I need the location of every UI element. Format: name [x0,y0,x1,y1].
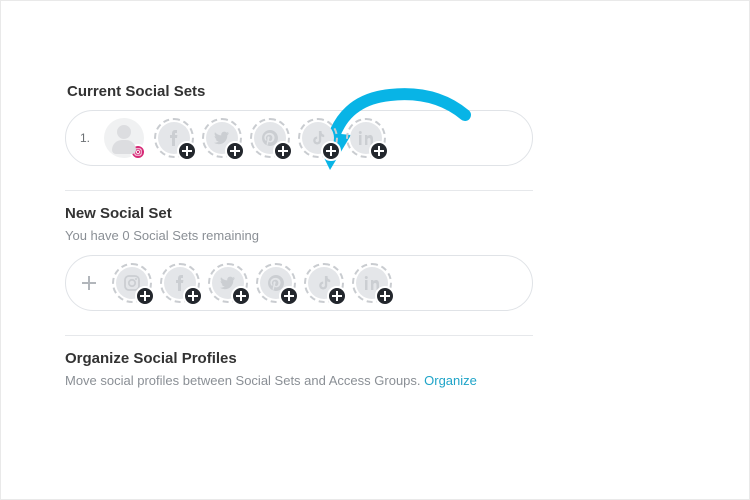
instagram-icon [130,144,146,160]
add-twitter-slot[interactable] [208,263,248,303]
current-set-row: 1. [65,110,533,166]
add-twitter-slot[interactable] [202,118,242,158]
current-sets-title: Current Social Sets [67,83,685,100]
row-index: 1. [80,131,94,145]
add-instagram-slot[interactable] [112,263,152,303]
add-pinterest-slot[interactable] [250,118,290,158]
plus-icon [135,286,155,306]
add-linkedin-slot[interactable] [352,263,392,303]
organize-text: Move social profiles between Social Sets… [65,373,424,388]
plus-icon [321,141,341,161]
remaining-text: You have 0 Social Sets remaining [65,228,685,243]
plus-icon [273,141,293,161]
plus-icon [183,286,203,306]
new-set-row [65,255,533,311]
add-tiktok-slot[interactable] [304,263,344,303]
add-facebook-slot[interactable] [160,263,200,303]
add-linkedin-slot[interactable] [346,118,386,158]
organize-title: Organize Social Profiles [65,350,685,367]
plus-icon [225,141,245,161]
add-tiktok-slot[interactable] [298,118,338,158]
plus-icon [375,286,395,306]
divider [65,190,533,191]
plus-icon [177,141,197,161]
plus-icon [231,286,251,306]
plus-icon [369,141,389,161]
organize-link[interactable]: Organize [424,373,477,388]
plus-icon [327,286,347,306]
organize-description: Move social profiles between Social Sets… [65,373,685,388]
avatar[interactable] [104,118,144,158]
plus-icon [279,286,299,306]
divider [65,335,533,336]
add-set-button[interactable] [80,274,98,292]
new-set-title: New Social Set [65,205,685,222]
add-pinterest-slot[interactable] [256,263,296,303]
add-facebook-slot[interactable] [154,118,194,158]
